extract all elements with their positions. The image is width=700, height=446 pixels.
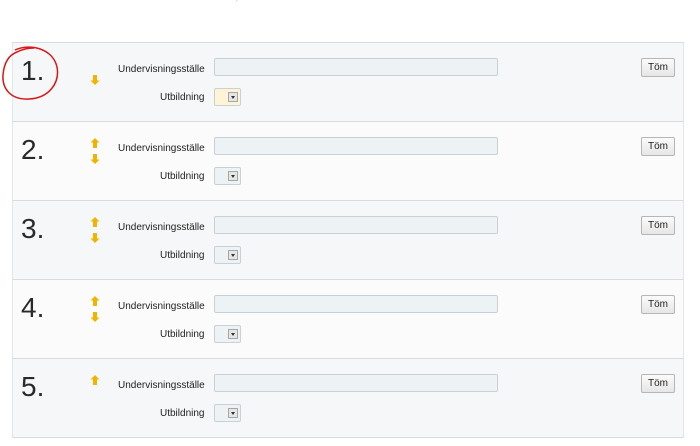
ranking-row-1: 1. Undervisningsställe Utbildning Töm [2,43,684,122]
education-select[interactable] [214,246,241,264]
place-label: Undervisningsställe [118,301,205,312]
education-label: Utbildning [160,92,205,103]
place-input[interactable] [214,58,498,76]
move-controls [89,216,101,248]
place-input[interactable] [214,374,498,392]
place-input[interactable] [214,216,498,234]
chevron-down-icon[interactable] [228,408,238,418]
education-label: Utbildning [160,408,205,419]
row-number: 2. [21,134,45,165]
place-label: Undervisningsställe [118,380,205,391]
place-label: Undervisningsställe [118,143,205,154]
education-label: Utbildning [160,250,205,261]
chevron-down-icon[interactable] [228,92,238,102]
education-select[interactable] [214,88,241,106]
move-controls [89,58,101,90]
clear-button[interactable]: Töm [641,137,675,156]
chevron-down-icon[interactable] [228,250,238,260]
move-controls [89,295,101,327]
ranking-list: 1. Undervisningsställe Utbildning Töm 2.… [2,42,684,438]
education-label: Utbildning [160,171,205,182]
move-controls [89,137,101,169]
clear-button[interactable]: Töm [641,216,675,235]
arrow-up-icon[interactable] [89,137,101,149]
ranking-row-3: 3. Undervisningsställe Utbildning Töm [12,201,684,280]
arrow-up-icon[interactable] [89,374,101,386]
education-select[interactable] [214,404,241,422]
arrow-up-icon[interactable] [89,295,101,307]
clear-button[interactable]: Töm [641,295,675,314]
place-input[interactable] [214,137,498,155]
row-number: 5. [21,371,45,402]
arrow-down-icon[interactable] [89,74,101,86]
place-label: Undervisningsställe [118,64,205,75]
clear-button[interactable]: Töm [641,374,675,393]
ranking-row-4: 4. Undervisningsställe Utbildning Töm [12,280,684,359]
chevron-down-icon[interactable] [228,329,238,339]
arrow-down-icon[interactable] [89,311,101,323]
arrow-down-icon[interactable] [89,153,101,165]
place-label: Undervisningsställe [118,222,205,233]
education-select[interactable] [214,167,241,185]
top-mark: ' [236,0,238,8]
move-controls [89,374,101,390]
row-number: 3. [21,213,45,244]
education-select[interactable] [214,325,241,343]
arrow-down-icon[interactable] [89,232,101,244]
place-input[interactable] [214,295,498,313]
ranking-row-2: 2. Undervisningsställe Utbildning Töm [12,122,684,201]
ranking-row-5: 5. Undervisningsställe Utbildning Töm [12,359,684,438]
arrow-up-icon[interactable] [89,216,101,228]
row-number: 4. [21,292,45,323]
chevron-down-icon[interactable] [228,171,238,181]
education-label: Utbildning [160,329,205,340]
clear-button[interactable]: Töm [641,58,675,77]
row-number: 1. [21,55,45,86]
